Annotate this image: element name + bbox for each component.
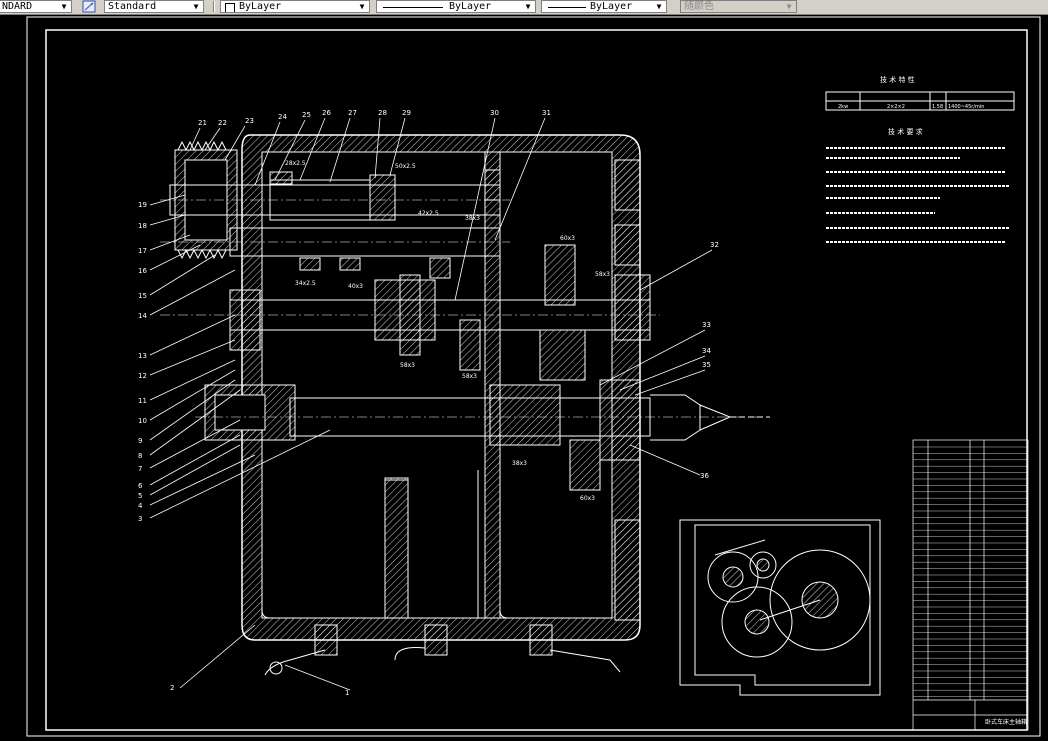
svg-text:31: 31 — [542, 109, 551, 117]
text-style-dropdown[interactable]: NDARD ▼ — [0, 0, 72, 13]
dimension-style-value: Standard — [108, 1, 157, 12]
svg-text:58x3: 58x3 — [595, 271, 610, 278]
svg-text:32: 32 — [710, 241, 719, 249]
chevron-down-icon[interactable]: ▼ — [784, 2, 794, 12]
svg-text:11: 11 — [138, 397, 147, 405]
tech-value-3: 1.58 — [932, 104, 943, 110]
svg-text:38x3: 38x3 — [512, 460, 527, 467]
svg-text:34x2.5: 34x2.5 — [295, 280, 316, 287]
svg-text:25: 25 — [302, 111, 311, 119]
svg-text:27: 27 — [348, 109, 357, 117]
svg-text:8: 8 — [138, 452, 142, 460]
svg-text:2: 2 — [170, 684, 174, 692]
linetype-control-value: ByLayer — [449, 1, 492, 12]
tech-requirements-title: 技 术 要 求 — [888, 127, 923, 136]
drawing-canvas[interactable]: 19 18 17 16 15 14 13 12 11 10 9 8 7 6 5 … — [0, 14, 1048, 741]
svg-text:60x3: 60x3 — [580, 495, 595, 502]
svg-text:38x3: 38x3 — [465, 215, 480, 222]
plotstyle-control-value: 随颜色 — [684, 1, 714, 12]
parts-list-table — [912, 439, 1029, 731]
svg-text:28: 28 — [378, 109, 387, 117]
parts-list-rows — [913, 446, 1028, 697]
svg-text:58x3: 58x3 — [400, 362, 415, 369]
svg-text:18: 18 — [138, 222, 147, 230]
svg-text:50x2.5: 50x2.5 — [395, 163, 416, 170]
linetype-sample-icon — [383, 7, 443, 8]
gear-end-view — [679, 519, 881, 696]
svg-text:33: 33 — [702, 321, 711, 329]
chevron-down-icon[interactable]: ▼ — [59, 2, 69, 12]
color-swatch-icon — [225, 3, 235, 12]
lineweight-sample-icon — [548, 7, 586, 8]
dimension-style-icon[interactable] — [82, 0, 96, 13]
tech-value-2: 2×2×2 — [887, 104, 905, 110]
chevron-down-icon[interactable]: ▼ — [654, 2, 664, 12]
color-control-value: ByLayer — [239, 1, 282, 12]
tech-value-4: 1400~45r/min — [948, 104, 984, 110]
svg-text:13: 13 — [138, 352, 147, 360]
svg-text:1: 1 — [345, 689, 349, 697]
svg-text:34: 34 — [702, 347, 711, 355]
svg-text:36: 36 — [700, 472, 709, 480]
svg-text:22: 22 — [218, 119, 227, 127]
svg-text:26: 26 — [322, 109, 331, 117]
plotstyle-control-dropdown[interactable]: 随颜色 ▼ — [680, 0, 797, 13]
color-control-dropdown[interactable]: ByLayer ▼ — [220, 0, 370, 13]
chevron-down-icon[interactable]: ▼ — [357, 2, 367, 12]
svg-text:3: 3 — [138, 515, 142, 523]
svg-text:16: 16 — [138, 267, 147, 275]
svg-text:60x3: 60x3 — [560, 235, 575, 242]
svg-text:23: 23 — [245, 117, 254, 125]
gearbox-housing — [241, 134, 641, 641]
svg-text:6: 6 — [138, 482, 143, 490]
svg-text:5: 5 — [138, 492, 142, 500]
properties-toolbar: NDARD ▼ Standard ▼ ByLayer ▼ ByLayer ▼ B… — [0, 0, 1048, 15]
toolbar-separator — [213, 1, 215, 12]
svg-text:7: 7 — [138, 465, 142, 473]
svg-text:12: 12 — [138, 372, 147, 380]
svg-text:4: 4 — [138, 502, 143, 510]
svg-text:10: 10 — [138, 417, 147, 425]
svg-text:28x2.5: 28x2.5 — [285, 160, 306, 167]
svg-text:29: 29 — [402, 109, 411, 117]
tech-value-1: 2kw — [838, 104, 848, 110]
svg-text:15: 15 — [138, 292, 147, 300]
tech-spec-table: 技 术 特 性 2kw 2×2×2 1.58 1400~45r/min 技 术 … — [825, 75, 1015, 243]
svg-text:21: 21 — [198, 119, 207, 127]
svg-text:35: 35 — [702, 361, 711, 369]
lineweight-control-dropdown[interactable]: ByLayer ▼ — [541, 0, 667, 13]
dimension-style-dropdown[interactable]: Standard ▼ — [104, 0, 204, 13]
svg-text:24: 24 — [278, 113, 287, 121]
linetype-control-dropdown[interactable]: ByLayer ▼ — [376, 0, 536, 13]
svg-text:17: 17 — [138, 247, 147, 255]
svg-text:40x3: 40x3 — [348, 283, 363, 290]
svg-text:19: 19 — [138, 201, 147, 209]
title-block-name: 卧式车床主轴箱 — [985, 718, 1027, 726]
lineweight-control-value: ByLayer — [590, 1, 633, 12]
svg-text:30: 30 — [490, 109, 499, 117]
chevron-down-icon[interactable]: ▼ — [523, 2, 533, 12]
chevron-down-icon[interactable]: ▼ — [191, 2, 201, 12]
svg-text:9: 9 — [138, 437, 142, 445]
svg-text:58x3: 58x3 — [462, 373, 477, 380]
svg-text:14: 14 — [138, 312, 147, 320]
text-style-value: NDARD — [2, 1, 33, 12]
tech-table-title: 技 术 特 性 — [880, 75, 915, 84]
svg-text:42x2.5: 42x2.5 — [418, 210, 439, 217]
